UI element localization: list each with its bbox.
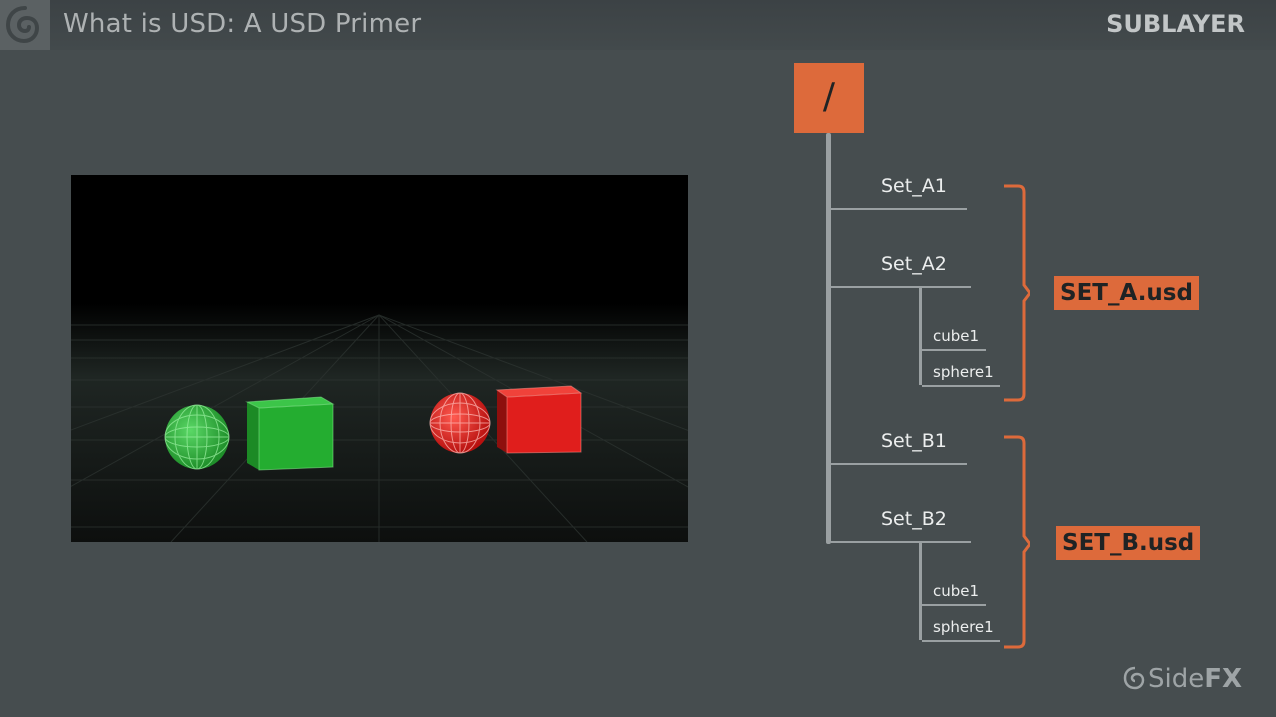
tree-leaf-cube1[interactable]: cube1 <box>933 582 979 600</box>
red-cube <box>495 385 583 454</box>
viewport-render <box>71 175 688 542</box>
tree-node-set-a1[interactable]: Set_A1 <box>881 175 947 197</box>
title-bar: What is USD: A USD Primer SUBLAYER <box>0 0 1276 50</box>
brand-suffix: FX <box>1204 664 1243 694</box>
file-label-set-b: SET_B.usd <box>1056 526 1201 560</box>
page-title: What is USD: A USD Primer <box>63 9 422 39</box>
scene-viewport[interactable] <box>71 175 688 542</box>
branch-line <box>831 463 967 465</box>
sidefx-swirl-icon <box>1123 666 1145 690</box>
branch-line <box>922 349 986 351</box>
branch-line <box>922 640 1000 642</box>
tree-trunk-line <box>826 133 831 544</box>
sidefx-logo: SideFX <box>1122 664 1242 694</box>
bracket-set-b <box>1004 435 1030 649</box>
branch-line <box>922 604 986 606</box>
branch-line <box>831 541 971 543</box>
section-title: SUBLAYER <box>1106 10 1245 38</box>
tree-node-set-b2[interactable]: Set_B2 <box>881 508 947 530</box>
tree-root[interactable]: / <box>794 63 864 133</box>
brand-name: Side <box>1148 664 1205 694</box>
branch-line <box>922 385 1000 387</box>
sub-branch-line <box>919 543 922 640</box>
file-label-set-a: SET_A.usd <box>1054 276 1199 310</box>
tree-leaf-sphere1[interactable]: sphere1 <box>933 363 994 381</box>
green-cube <box>245 396 335 471</box>
branch-line <box>831 208 967 210</box>
tree-node-set-a2[interactable]: Set_A2 <box>881 253 947 275</box>
tree-node-set-b1[interactable]: Set_B1 <box>881 430 947 452</box>
green-sphere <box>164 404 230 470</box>
bracket-set-a <box>1004 184 1030 402</box>
branch-line <box>831 286 971 288</box>
tree-leaf-cube1[interactable]: cube1 <box>933 327 979 345</box>
red-sphere <box>429 392 491 454</box>
houdini-logo-icon <box>0 0 50 50</box>
tree-leaf-sphere1[interactable]: sphere1 <box>933 618 994 636</box>
sub-branch-line <box>919 288 922 385</box>
